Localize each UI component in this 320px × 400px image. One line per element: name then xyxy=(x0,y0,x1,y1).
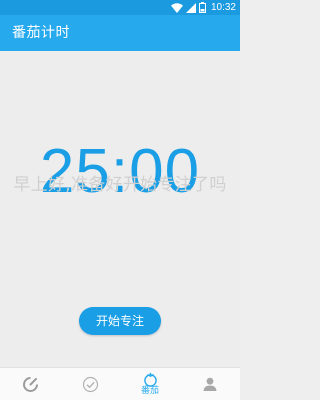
bottom-navigation: 番茄 xyxy=(0,367,240,400)
stats-chart-icon xyxy=(22,376,39,393)
nav-item-tasks[interactable] xyxy=(60,368,120,400)
checkmark-circle-icon xyxy=(82,376,99,393)
status-time: 10:32 xyxy=(210,2,236,13)
nav-item-tomato[interactable]: 番茄 xyxy=(120,368,180,400)
nav-item-stats[interactable] xyxy=(0,368,60,400)
tomato-icon xyxy=(142,372,159,387)
app-bar: 番茄计时 xyxy=(0,15,240,51)
battery-icon xyxy=(198,2,206,13)
timer-display: 25:00 xyxy=(39,137,201,206)
timer-panel: 25:00 早上好,准备好开始专注了吗 开始专注 xyxy=(0,51,240,367)
start-focus-button[interactable]: 开始专注 xyxy=(79,307,161,335)
cellular-signal-icon xyxy=(185,2,196,13)
profile-person-icon xyxy=(202,376,218,392)
status-bar: 10:32 xyxy=(0,0,240,15)
nav-item-profile[interactable] xyxy=(180,368,240,400)
wifi-icon xyxy=(170,2,183,13)
page-title: 番茄计时 xyxy=(12,25,70,41)
nav-label-tomato: 番茄 xyxy=(140,386,159,396)
greeting-text: 早上好,准备好开始专注了吗 xyxy=(13,175,227,195)
status-icons: 10:32 xyxy=(170,1,236,14)
